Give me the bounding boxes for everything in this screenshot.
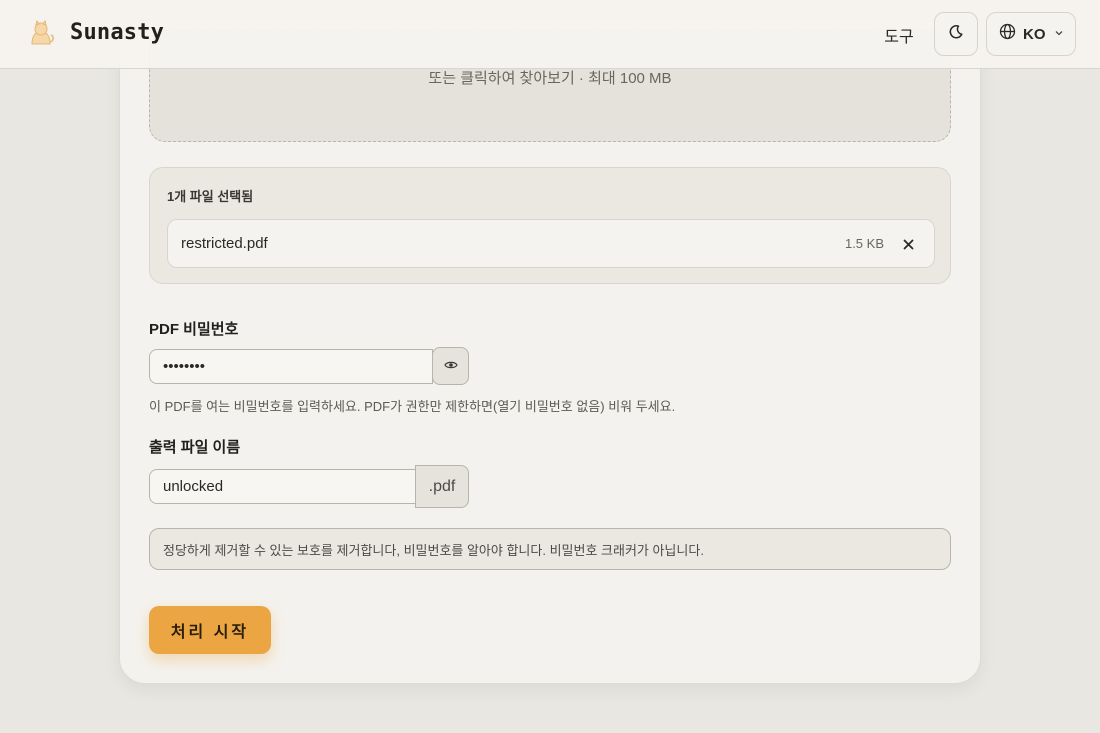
file-name: restricted.pdf <box>181 235 268 252</box>
password-help-text: 이 PDF를 여는 비밀번호를 입력하세요. PDF가 권한만 제한하면(열기 … <box>149 399 676 414</box>
file-item: restricted.pdf 1.5 KB <box>167 219 935 268</box>
globe-icon <box>999 23 1016 45</box>
selected-files-title: 1개 파일 선택됨 <box>167 189 254 204</box>
dropzone-hint: 또는 클릭하여 찾아보기 · 최대 100 MB <box>428 70 672 87</box>
start-processing-button[interactable]: 처리 시작 <box>149 606 271 654</box>
output-name-field[interactable]: unlocked <box>149 469 416 504</box>
file-size: 1.5 KB <box>844 236 884 251</box>
password-label: PDF 비밀번호 <box>149 321 239 338</box>
top-header: Sunasty 도구 KO <box>0 0 1100 69</box>
brand-name[interactable]: Sunasty <box>70 20 164 45</box>
toggle-password-visibility-button[interactable] <box>432 347 469 385</box>
selected-files-panel: 1개 파일 선택됨 restricted.pdf 1.5 KB <box>149 167 951 284</box>
language-code: KO <box>1023 25 1046 43</box>
eye-icon <box>443 357 458 375</box>
nav-tools-link[interactable]: 도구 <box>872 23 926 47</box>
legal-notice: 정당하게 제거할 수 있는 보호를 제거합니다, 비밀번호를 알아야 합니다. … <box>149 528 951 570</box>
cat-logo-icon[interactable] <box>26 19 56 49</box>
password-field[interactable]: •••••••• <box>149 349 433 384</box>
file-extension-suffix: .pdf <box>415 465 469 508</box>
output-name-label: 출력 파일 이름 <box>149 439 241 456</box>
language-select[interactable]: KO <box>986 12 1076 56</box>
theme-toggle-button[interactable] <box>934 12 978 56</box>
chevron-down-icon <box>1054 25 1064 43</box>
moon-icon <box>948 24 964 45</box>
close-icon[interactable] <box>896 232 920 256</box>
